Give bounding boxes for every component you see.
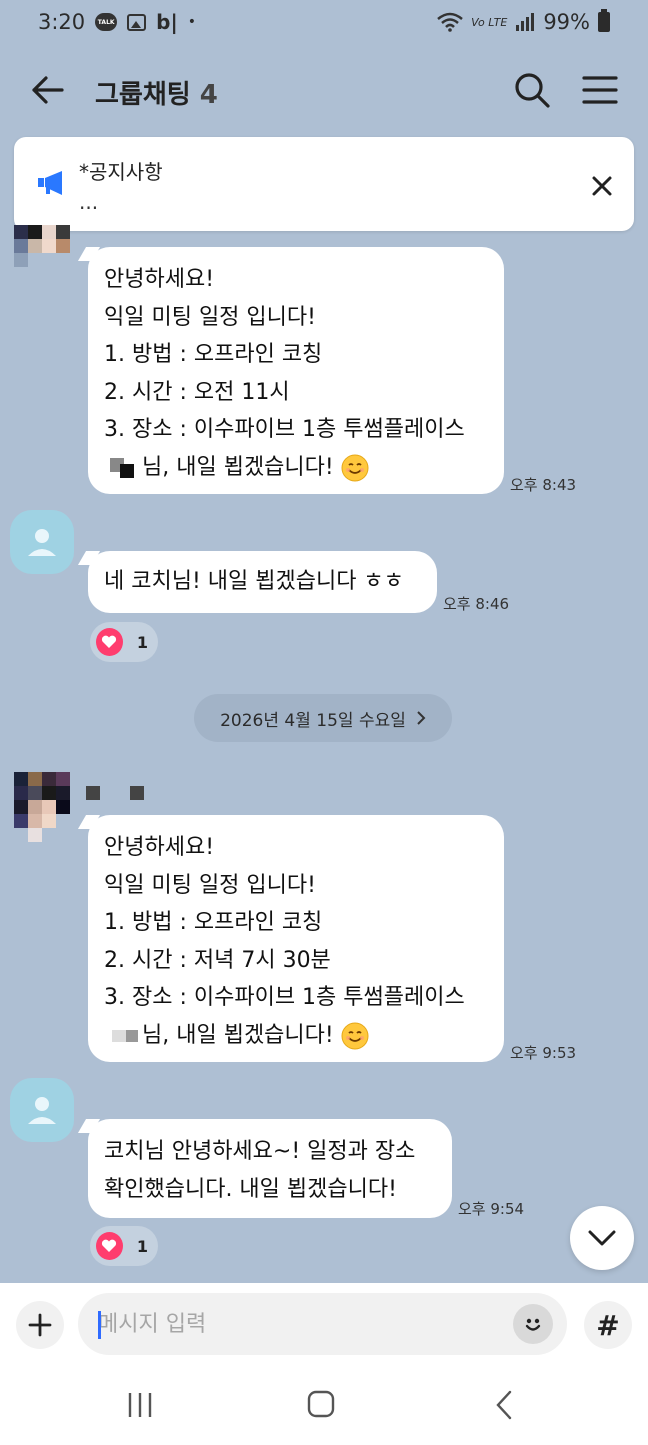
chat-title-text: 그룹채팅 bbox=[95, 80, 191, 110]
message-line: 2. 시간 : 오전 11시 bbox=[104, 379, 290, 405]
scroll-to-bottom-button[interactable] bbox=[570, 1206, 634, 1270]
reaction-badge[interactable]: 1 bbox=[90, 622, 158, 662]
reaction-count: 1 bbox=[136, 632, 148, 652]
home-icon[interactable] bbox=[306, 1389, 336, 1419]
message-line: 안녕하세요! bbox=[104, 835, 215, 860]
battery-icon bbox=[598, 9, 610, 32]
smiley-face-icon bbox=[525, 1318, 541, 1331]
message-line: 3. 장소 : 이수파이브 1층 투썸플레이스 bbox=[104, 417, 465, 442]
smile-emoji-icon bbox=[341, 454, 369, 481]
signal-icon bbox=[516, 13, 535, 31]
message-line-text: 님, 내일 뵙겠습니다! bbox=[142, 1022, 334, 1048]
megaphone-icon bbox=[38, 171, 62, 195]
text-caret bbox=[98, 1311, 101, 1339]
redacted-name bbox=[104, 1022, 142, 1050]
avatar[interactable] bbox=[10, 1078, 74, 1142]
wifi-icon bbox=[437, 12, 463, 32]
message-time: 오후 9:53 bbox=[510, 1044, 577, 1062]
search-icon[interactable] bbox=[510, 68, 554, 112]
message-line-closing: 님, 내일 뵙겠습니다! bbox=[104, 1017, 488, 1055]
bl-icon: b| bbox=[156, 10, 178, 34]
status-right: Vo LTE 99% bbox=[437, 9, 610, 34]
notification-dot: • bbox=[187, 14, 197, 30]
message-line: 코치님 안녕하세요~! 일정과 장소 bbox=[104, 1139, 416, 1164]
message-line: 익일 미팅 일정 입니다! bbox=[104, 872, 316, 898]
date-divider[interactable]: 2026년 4월 15일 수요일 bbox=[194, 694, 452, 742]
notice-preview: ... bbox=[79, 190, 99, 214]
close-icon[interactable] bbox=[586, 170, 618, 202]
volte-text: Vo LTE bbox=[471, 15, 508, 29]
status-bar: 3:20 TALK b| • Vo LTE 99% bbox=[0, 0, 648, 44]
message-input-bar: # bbox=[0, 1283, 648, 1365]
smile-emoji-icon bbox=[341, 1022, 369, 1049]
talk-icon: TALK bbox=[95, 13, 118, 31]
message-line-text: 님, 내일 뵙겠습니다! bbox=[142, 454, 334, 480]
sender-name-redacted bbox=[86, 786, 144, 800]
image-icon bbox=[127, 13, 147, 31]
message-bubble[interactable]: 안녕하세요! 익일 미팅 일정 입니다! 1. 방법 : 오프라인 코칭 2. … bbox=[88, 247, 504, 494]
back-arrow-icon[interactable] bbox=[28, 70, 68, 110]
message-bubble[interactable]: 네 코치님! 내일 뵙겠습니다 ㅎㅎ bbox=[88, 551, 437, 613]
chevron-down-icon bbox=[588, 1230, 616, 1246]
message-line: 안녕하세요! bbox=[104, 267, 215, 292]
chevron-right-icon bbox=[417, 711, 426, 725]
avatar[interactable] bbox=[14, 225, 70, 267]
recent-apps-icon[interactable] bbox=[124, 1391, 156, 1419]
avatar[interactable] bbox=[10, 510, 74, 574]
message-line: 2. 시간 : 저녁 7시 30분 bbox=[104, 947, 331, 973]
message-line: 1. 방법 : 오프라인 코칭 bbox=[104, 910, 323, 935]
heart-icon bbox=[96, 1232, 123, 1260]
message-time: 오후 8:43 bbox=[510, 476, 577, 494]
message-line: 1. 방법 : 오프라인 코칭 bbox=[104, 342, 323, 367]
message-bubble[interactable]: 안녕하세요! 익일 미팅 일정 입니다! 1. 방법 : 오프라인 코칭 2. … bbox=[88, 815, 504, 1062]
hashtag-icon: # bbox=[596, 1308, 620, 1342]
member-count: 4 bbox=[199, 80, 218, 110]
chat-title: 그룹채팅 4 bbox=[95, 74, 218, 111]
nav-back-icon[interactable] bbox=[490, 1389, 518, 1421]
message-bubble[interactable]: 코치님 안녕하세요~! 일정과 장소 확인했습니다. 내일 뵙겠습니다! bbox=[88, 1119, 452, 1218]
heart-icon bbox=[96, 628, 123, 656]
default-profile-icon bbox=[28, 1097, 56, 1124]
chat-header: 그룹채팅 4 bbox=[0, 56, 648, 126]
message-line: 3. 장소 : 이수파이브 1층 투썸플레이스 bbox=[104, 985, 465, 1010]
avatar[interactable] bbox=[14, 772, 70, 842]
date-divider-text: 2026년 4월 15일 수요일 bbox=[220, 710, 406, 731]
status-left: 3:20 TALK b| • bbox=[38, 10, 196, 34]
battery-percent: 99% bbox=[543, 10, 590, 34]
menu-icon[interactable] bbox=[578, 68, 622, 112]
hashtag-button[interactable]: # bbox=[584, 1301, 632, 1349]
message-line: 익일 미팅 일정 입니다! bbox=[104, 304, 316, 330]
message-input[interactable] bbox=[78, 1293, 567, 1355]
message-line: 확인했습니다. 내일 뵙겠습니다! bbox=[104, 1176, 397, 1202]
status-time: 3:20 bbox=[38, 10, 86, 34]
redacted-name bbox=[104, 454, 142, 482]
emoticon-button[interactable] bbox=[513, 1304, 553, 1344]
plus-icon bbox=[28, 1313, 52, 1337]
reaction-count: 1 bbox=[136, 1236, 148, 1256]
message-line: 네 코치님! 내일 뵙겠습니다 ㅎㅎ bbox=[104, 569, 404, 594]
message-time: 오후 9:54 bbox=[458, 1200, 525, 1218]
system-nav-bar bbox=[0, 1365, 648, 1445]
default-profile-icon bbox=[28, 529, 56, 556]
reaction-badge[interactable]: 1 bbox=[90, 1226, 158, 1266]
notice-title: *공지사항 bbox=[79, 160, 163, 184]
attach-button[interactable] bbox=[16, 1301, 64, 1349]
message-line-closing: 님, 내일 뵙겠습니다! bbox=[104, 449, 488, 487]
message-time: 오후 8:46 bbox=[443, 595, 510, 613]
